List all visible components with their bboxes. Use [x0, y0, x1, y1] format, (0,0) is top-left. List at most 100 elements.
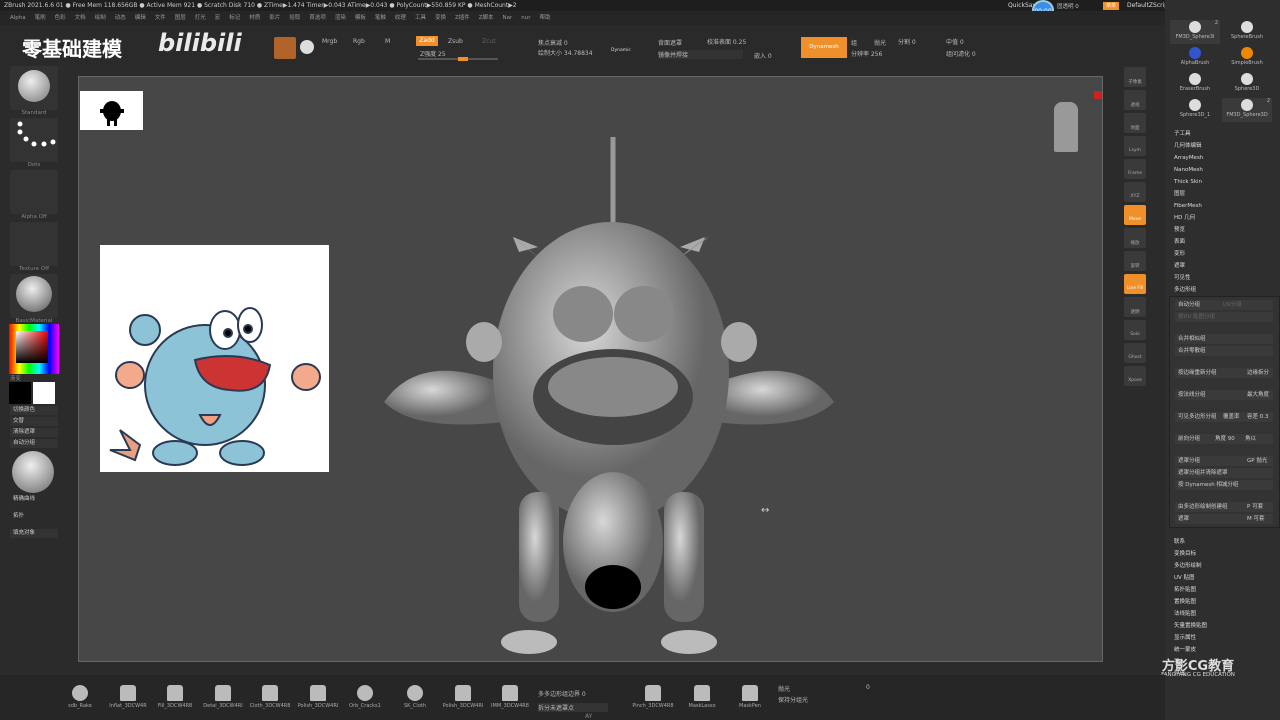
subpalette-8[interactable]: 预览 — [1165, 224, 1280, 236]
shelf-button-2[interactable]: 地面 — [1124, 113, 1146, 133]
menu-item[interactable]: Alpha — [10, 11, 26, 25]
mask-clear-button[interactable]: 遮罩分组并清除遮罩 — [1175, 468, 1273, 478]
draw-size-slider[interactable]: 绘制大小 34.78834 — [538, 48, 593, 57]
tool-slot[interactable]: AlphaBrush — [1170, 46, 1220, 70]
tool-slot[interactable]: Sphere3D — [1222, 72, 1272, 96]
embed-slider[interactable]: 嵌入 0 — [754, 51, 772, 60]
dynamic-button[interactable]: Dynamic — [611, 48, 631, 53]
keep-group-toggle[interactable]: 保持分组光 — [778, 695, 808, 704]
menu-item[interactable]: 文档 — [75, 11, 86, 25]
axis-gizmo[interactable] — [1094, 91, 1102, 99]
shelf-button-6[interactable]: Move — [1124, 205, 1146, 225]
material-icon[interactable] — [274, 37, 296, 59]
visible-group-button[interactable]: 可见多边形分组 覆盖率 容差 0.3 — [1175, 412, 1273, 422]
shelf-button-1[interactable]: 透视 — [1124, 90, 1146, 110]
zadd-button[interactable]: Zadd — [416, 36, 438, 46]
brush-slot[interactable]: Inflat_3DCW4R — [103, 685, 153, 709]
mirror-weld-button[interactable]: 镜像并焊接 — [658, 50, 743, 59]
clear-mask-button[interactable]: 清除遮罩 — [10, 428, 58, 437]
subpalette-12[interactable]: 可见性 — [1165, 272, 1280, 284]
navigation-head-gizmo[interactable] — [1054, 102, 1078, 152]
main-color-swatch[interactable] — [9, 382, 31, 404]
stroke-thumbnail[interactable] — [10, 118, 58, 162]
brush-slot[interactable]: Polish_3DCW4RI — [293, 685, 343, 709]
focal-slider[interactable]: 焦点衰减 0 — [538, 38, 568, 47]
brush-slot[interactable]: Detai_3DCW4RI — [198, 685, 248, 709]
rgb-button[interactable]: Rgb — [353, 38, 365, 45]
auto-group-button[interactable]: 自动分组 UV分组 — [1175, 300, 1273, 310]
monster-model[interactable] — [369, 132, 859, 662]
switch-color-button[interactable]: 切换颜色 — [10, 406, 58, 415]
brush-slot[interactable]: Cloth_3DCW4R8 — [245, 685, 295, 709]
polypaint-group-button[interactable]: 由多边形绘制创建组 P 可套 — [1175, 502, 1273, 512]
front-group-button[interactable]: 前向分组 角度 90 角以 — [1175, 434, 1273, 444]
mrgb-button[interactable]: Mrgb — [322, 38, 337, 45]
tool-slot[interactable]: SimpleBrush — [1222, 46, 1272, 70]
menu-3[interactable]: UV 贴图 — [1165, 572, 1280, 584]
shelf-button-11[interactable]: Solo — [1124, 320, 1146, 340]
menu-item[interactable]: 图层 — [175, 11, 186, 25]
auto-group-button[interactable]: 自动分组 — [10, 439, 58, 448]
menu-item[interactable]: 渲染 — [335, 11, 346, 25]
subpalette-1[interactable]: 几何体编辑 — [1165, 140, 1280, 152]
curve-button[interactable]: 精确曲线 — [10, 495, 58, 504]
z-intensity-slider[interactable]: Z强度 25 — [420, 49, 446, 58]
menu-2[interactable]: 多边形绘制 — [1165, 560, 1280, 572]
mask-group-button[interactable]: 遮罩分组 GP 抛光 — [1175, 456, 1273, 466]
menu-1[interactable]: 变换目标 — [1165, 548, 1280, 560]
resolution-slider[interactable]: 分辨率 256 — [851, 49, 882, 58]
brush-slot[interactable]: MaskLasso — [677, 685, 727, 709]
topology-button[interactable]: 拓扑 — [10, 512, 58, 521]
secondary-color-swatch[interactable] — [33, 382, 55, 404]
group-by-normal-button[interactable]: 按法线分组 最大角度 — [1175, 390, 1273, 400]
subpalette-6[interactable]: FiberMesh — [1165, 200, 1280, 212]
menu-item[interactable]: 纹理 — [395, 11, 406, 25]
shelf-button-0[interactable]: 子像素 — [1124, 67, 1146, 87]
menu-item[interactable]: 影片 — [269, 11, 280, 25]
shelf-button-3[interactable]: Lsym — [1124, 136, 1146, 156]
menu-4[interactable]: 拓扑贴图 — [1165, 584, 1280, 596]
menu-item[interactable]: 变换 — [435, 11, 446, 25]
shelf-button-9[interactable]: Line Fill — [1124, 274, 1146, 294]
shelf-toggle[interactable]: AY — [585, 713, 592, 720]
group-by-edge-button[interactable]: 按边缘重新分组 边缘拆分 — [1175, 368, 1273, 378]
tool-slot[interactable]: SphereBrush — [1222, 20, 1272, 44]
alternate-button[interactable]: 交替 — [10, 417, 58, 426]
menu-0[interactable]: 联系 — [1165, 536, 1280, 548]
menu-item[interactable]: 绘制 — [95, 11, 106, 25]
alpha-thumbnail[interactable] — [10, 170, 58, 214]
shelf-button-7[interactable]: 缩放 — [1124, 228, 1146, 248]
brush-thumbnail[interactable] — [10, 66, 58, 110]
merge-stray-button[interactable]: 合并零散组 — [1175, 346, 1273, 356]
menu-item[interactable]: Z脚本 — [479, 11, 494, 25]
menu-button[interactable]: 菜单 — [1103, 2, 1119, 10]
shelf-button-8[interactable]: 旋转 — [1124, 251, 1146, 271]
tool-slot[interactable]: EraserBrush — [1170, 72, 1220, 96]
texture-thumbnail[interactable] — [10, 222, 58, 266]
menu-item[interactable]: 材质 — [249, 11, 260, 25]
group-by-uv-button[interactable]: 按UV 贴图分组 — [1175, 312, 1273, 322]
canvas-viewport[interactable]: ↔ — [78, 76, 1103, 662]
menu-item[interactable]: 拾取 — [289, 11, 300, 25]
brush-slot[interactable]: Polish_3DCW4RI — [438, 685, 488, 709]
material-thumbnail[interactable] — [10, 274, 58, 318]
poly-border-slider[interactable]: 多多边形组边界 0 — [538, 689, 586, 698]
brush-slot[interactable]: MaskPen — [725, 685, 775, 709]
menu-item[interactable]: 笔触 — [375, 11, 386, 25]
menu-6[interactable]: 法线贴图 — [1165, 608, 1280, 620]
s-icon[interactable] — [300, 40, 314, 54]
project-slider[interactable]: 中值 0 — [946, 37, 964, 46]
menu-5[interactable]: 置换贴图 — [1165, 596, 1280, 608]
shelf-button-13[interactable]: Xpose — [1124, 366, 1146, 386]
menu-item[interactable]: Z插件 — [455, 11, 470, 25]
brush-slot[interactable]: IMM_3DCW4R8 — [485, 685, 535, 709]
z-intensity-track[interactable] — [418, 57, 498, 61]
polish-slider[interactable]: 抛光 — [778, 684, 790, 693]
menu-item[interactable]: 工具 — [415, 11, 426, 25]
menu-item[interactable]: 首选项 — [309, 11, 326, 25]
shelf-button-10[interactable]: 透明 — [1124, 297, 1146, 317]
transparency-slider[interactable]: 固透明 0 — [1057, 2, 1079, 10]
subpalette-10[interactable]: 变形 — [1165, 248, 1280, 260]
polish-button[interactable]: 抛光 — [874, 38, 886, 47]
color-picker[interactable] — [9, 324, 59, 374]
